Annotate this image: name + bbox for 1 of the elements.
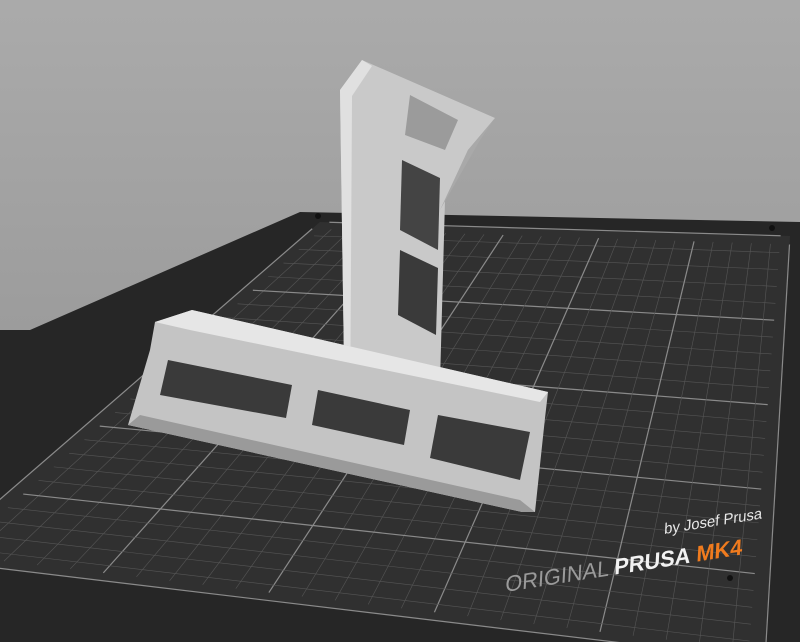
- printer-logo-byline: by Josef Prusa: [664, 505, 763, 538]
